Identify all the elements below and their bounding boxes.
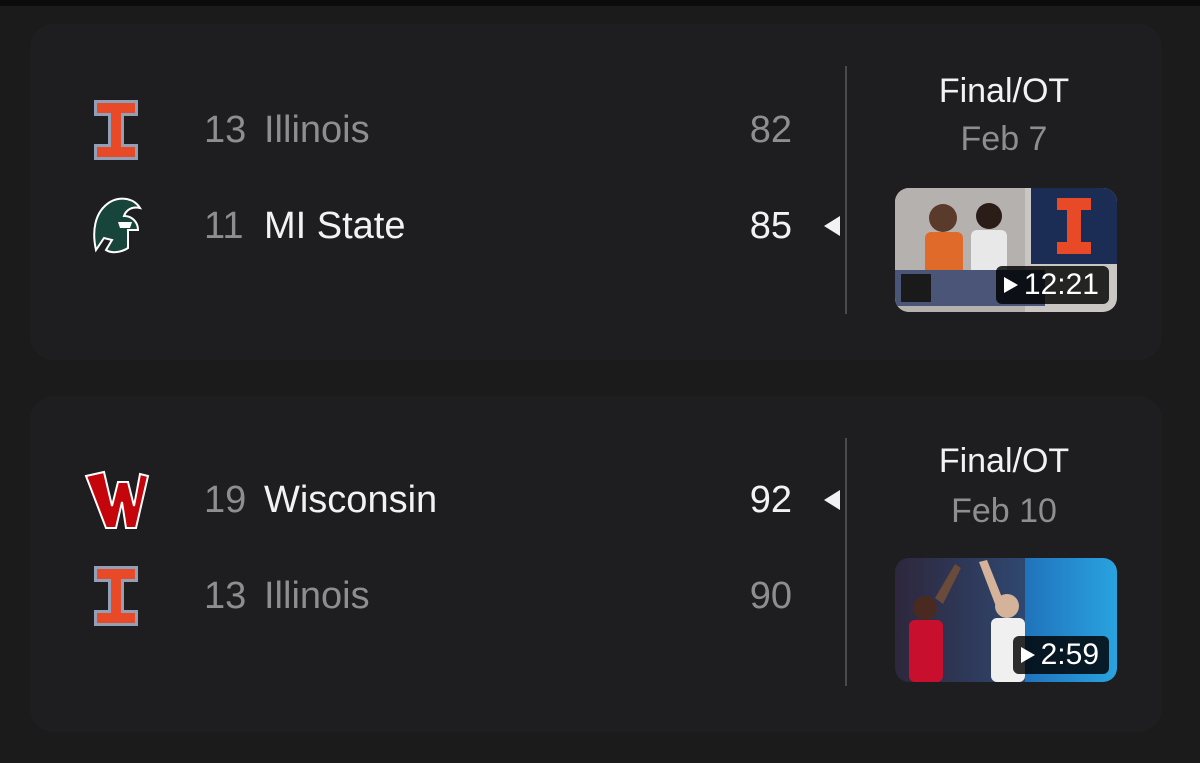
winner-indicator-icon xyxy=(824,490,840,510)
wisconsin-w-icon xyxy=(84,470,150,529)
team-row-away: 13 Illinois 82 xyxy=(30,90,840,170)
divider xyxy=(845,438,847,686)
team-score: 90 xyxy=(749,575,792,617)
team-score: 92 xyxy=(749,479,792,521)
illinois-logo xyxy=(94,100,138,160)
game-status: Final/OT xyxy=(938,72,1070,110)
video-thumbnail[interactable]: 12:21 xyxy=(895,188,1117,312)
team-name[interactable]: Wisconsin xyxy=(264,460,437,540)
illinois-logo xyxy=(94,566,138,626)
team-score: 82 xyxy=(749,109,792,151)
winner-indicator-icon xyxy=(824,216,840,236)
team-rank: 13 xyxy=(204,575,247,617)
team-rank: 11 xyxy=(204,205,244,247)
team-score: 85 xyxy=(749,205,792,247)
team-name[interactable]: Illinois xyxy=(264,556,370,636)
game-card[interactable]: 19 Wisconsin 92 13 Illinois 90 Final/OT … xyxy=(30,396,1162,732)
game-date: Feb 10 xyxy=(951,492,1057,530)
team-row-home: 13 Illinois 90 xyxy=(30,556,840,636)
divider xyxy=(845,66,847,314)
video-thumbnail[interactable]: 2:59 xyxy=(895,558,1117,682)
game-card[interactable]: 13 Illinois 82 11 MI State 85 Final/OT F… xyxy=(30,24,1162,360)
play-icon xyxy=(1003,277,1018,293)
team-name[interactable]: MI State xyxy=(264,186,406,266)
play-icon xyxy=(1020,647,1035,663)
team-row-away: 19 Wisconsin 92 xyxy=(30,460,840,540)
duration-label: 2:59 xyxy=(1040,638,1099,671)
spartan-helmet-icon xyxy=(93,197,143,254)
video-duration: 12:21 xyxy=(995,266,1109,304)
team-name[interactable]: Illinois xyxy=(264,90,370,170)
game-status: Final/OT xyxy=(938,442,1070,480)
video-duration: 2:59 xyxy=(1012,636,1109,674)
game-date: Feb 7 xyxy=(960,120,1048,158)
team-row-home: 11 MI State 85 xyxy=(30,186,840,266)
team-rank: 13 xyxy=(204,109,247,151)
top-edge xyxy=(0,0,1200,6)
duration-label: 12:21 xyxy=(1023,268,1099,301)
team-rank: 19 xyxy=(204,479,247,521)
